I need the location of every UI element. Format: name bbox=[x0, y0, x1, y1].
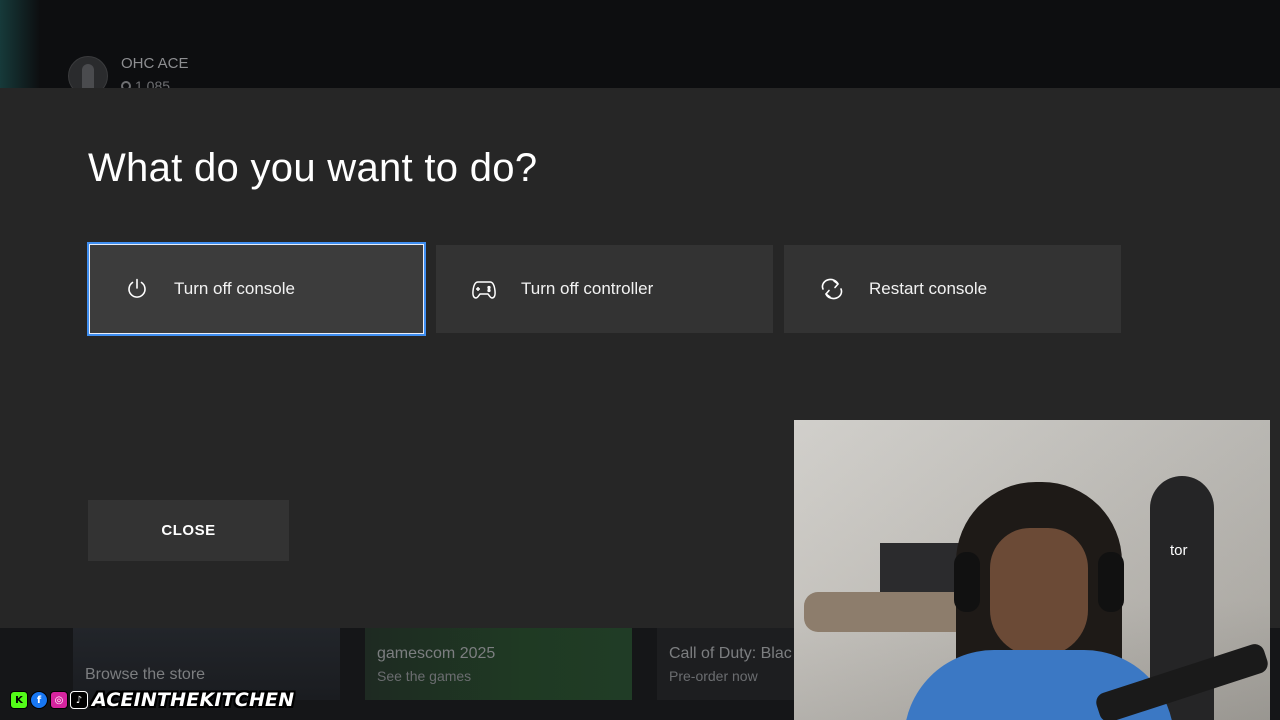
channel-watermark: K f ◎ ♪ ACEINTHEKITCHEN bbox=[10, 688, 294, 712]
webcam-person bbox=[904, 482, 1174, 720]
webcam-person-face bbox=[990, 528, 1088, 656]
tile-title: Call of Duty: Blac bbox=[669, 645, 792, 662]
turn-off-console-button[interactable]: Turn off console bbox=[87, 242, 426, 336]
facebook-icon: f bbox=[30, 691, 48, 709]
instagram-icon: ◎ bbox=[50, 691, 68, 709]
option-label: Turn off controller bbox=[521, 279, 654, 298]
kick-icon: K bbox=[10, 691, 28, 709]
home-background-glow bbox=[0, 0, 40, 88]
option-label: Turn off console bbox=[174, 279, 295, 298]
tiktok-icon: ♪ bbox=[70, 691, 88, 709]
controller-icon bbox=[471, 276, 497, 302]
webcam-background-text: tor bbox=[1170, 542, 1188, 559]
webcam-overlay: tor bbox=[794, 420, 1270, 720]
tile-subtitle: See the games bbox=[377, 668, 472, 684]
close-button[interactable]: CLOSE bbox=[88, 500, 289, 561]
tile-title: gamescom 2025 bbox=[377, 645, 496, 662]
gamertag: OHC ACE bbox=[121, 55, 189, 72]
tile-gamescom[interactable]: gamescom 2025 See the games bbox=[365, 628, 632, 700]
tile-subtitle: Pre-order now bbox=[669, 668, 758, 684]
tile-title: Browse the store bbox=[85, 666, 206, 683]
turn-off-controller-button[interactable]: Turn off controller bbox=[436, 245, 773, 333]
headphone-icon bbox=[954, 552, 980, 612]
restart-icon bbox=[819, 276, 845, 302]
option-label: Restart console bbox=[869, 279, 988, 298]
power-icon bbox=[124, 276, 150, 302]
restart-console-button[interactable]: Restart console bbox=[784, 245, 1121, 333]
channel-name: ACEINTHEKITCHEN bbox=[92, 689, 295, 711]
home-header-background bbox=[0, 0, 1280, 88]
dialog-title: What do you want to do? bbox=[88, 146, 538, 190]
headphone-icon bbox=[1098, 552, 1124, 612]
